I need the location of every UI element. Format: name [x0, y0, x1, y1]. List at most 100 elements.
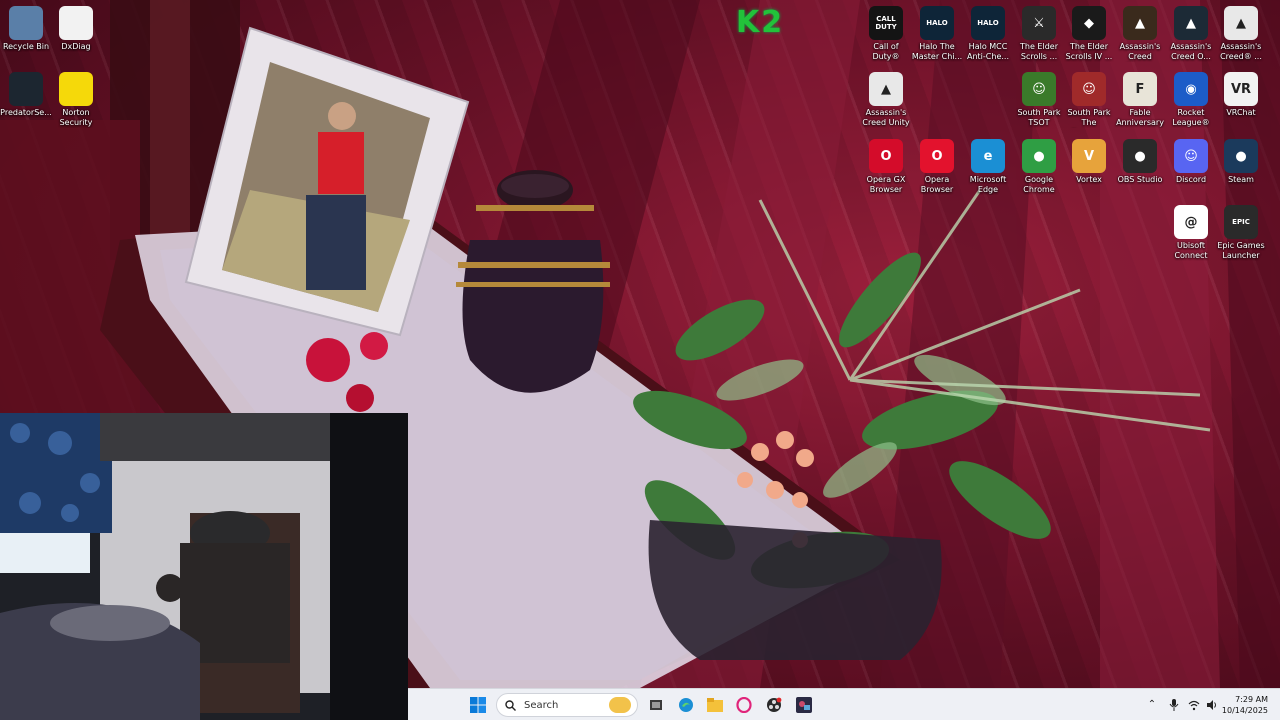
desktop-shortcut[interactable]: ◉ Rocket League®: [1165, 72, 1217, 128]
desktop-shortcut-label: Opera GX Browser: [866, 175, 906, 194]
desktop-shortcut-label: The Elder Scrolls IV ...: [1065, 42, 1113, 61]
halo-mcc-icon: HALO: [920, 6, 954, 40]
desktop-shortcut[interactable]: @ Ubisoft Connect: [1165, 205, 1217, 261]
desktop-shortcut-label: Google Chrome: [1023, 175, 1055, 194]
desktop-shortcut[interactable]: ⚔ The Elder Scrolls ...: [1013, 6, 1065, 62]
south-park-tsot-icon: ☺: [1022, 72, 1056, 106]
desktop-shortcut[interactable]: O Opera Browser: [911, 139, 963, 195]
desktop-shortcut-label: Assassin's Creed O...: [1170, 42, 1212, 61]
rocket-league-icon: ◉: [1174, 72, 1208, 106]
k2-overlay-logo: K2: [736, 5, 785, 40]
desktop-shortcut-label: Discord: [1175, 175, 1207, 184]
ubisoft-icon: @: [1174, 205, 1208, 239]
desktop-shortcut[interactable]: ▲ Assassin's Creed® ...: [1215, 6, 1267, 62]
volume-icon[interactable]: [1206, 699, 1218, 711]
desktop-shortcut[interactable]: HALO Halo MCC Anti-Che...: [962, 6, 1014, 62]
start-button[interactable]: [466, 693, 490, 717]
desktop-shortcut[interactable]: V Vortex: [1063, 139, 1115, 185]
predator-sense-icon: [9, 72, 43, 106]
microphone-icon[interactable]: [1168, 699, 1180, 711]
desktop-shortcut[interactable]: ▲ Assassin's Creed O...: [1165, 6, 1217, 62]
elder-scrolls-oblivion-icon: ◆: [1072, 6, 1106, 40]
desktop-shortcut[interactable]: ▲ Assassin's Creed Unity: [860, 72, 912, 128]
desktop-shortcut-label: Steam: [1228, 175, 1254, 184]
fable-icon: F: [1123, 72, 1157, 106]
ac-unity-icon: ▲: [869, 72, 903, 106]
opera-gx-icon: O: [869, 139, 903, 173]
vortex-icon: V: [1072, 139, 1106, 173]
desktop-shortcut-label: The Elder Scrolls ...: [1020, 42, 1058, 61]
desktop-shortcut[interactable]: e Microsoft Edge: [962, 139, 1014, 195]
desktop-shortcut[interactable]: O Opera GX Browser: [860, 139, 912, 195]
webcam-overlay: [0, 413, 408, 720]
chrome-icon: ●: [1022, 139, 1056, 173]
desktop-shortcut-label: VRChat: [1226, 108, 1256, 117]
steam-icon: ●: [1224, 139, 1258, 173]
halo-anticheat-icon: HALO: [971, 6, 1005, 40]
desktop-shortcut[interactable]: ☺ Discord: [1165, 139, 1217, 185]
desktop-shortcut-label: Call of Duty®: [872, 42, 900, 61]
desktop-shortcut-label: Norton Security Ultra: [59, 108, 93, 127]
search-icon: [505, 699, 516, 711]
desktop-shortcut[interactable]: ● OBS Studio: [1114, 139, 1166, 185]
desktop-shortcut-label: Fable Anniversary: [1116, 108, 1164, 127]
file-explorer-icon: [707, 698, 723, 712]
chevron-up-icon[interactable]: ⌃: [1146, 699, 1158, 711]
taskbar-opera-button[interactable]: [732, 693, 756, 717]
clock-date: 10/14/2025: [1221, 706, 1268, 715]
norton-icon: [59, 72, 93, 106]
desktop-shortcut[interactable]: F Fable Anniversary: [1114, 72, 1166, 128]
opera-icon: O: [920, 139, 954, 173]
document-icon: [59, 6, 93, 40]
desktop-shortcut[interactable]: Recycle Bin: [0, 6, 52, 52]
discord-icon: ☺: [1174, 139, 1208, 173]
desktop-shortcut-label: Rocket League®: [1172, 108, 1210, 127]
desktop-shortcut[interactable]: VR VRChat: [1215, 72, 1267, 118]
desktop-shortcut[interactable]: ● Google Chrome: [1013, 139, 1065, 195]
desktop-shortcut[interactable]: Norton Security Ultra: [50, 72, 102, 128]
taskbar-clock[interactable]: 7:29 AM 10/14/2025: [1222, 694, 1268, 716]
windows-start-icon: [470, 697, 486, 713]
ac-odyssey-icon: ▲: [1174, 6, 1208, 40]
desktop-shortcut[interactable]: ☺ South Park The Fractur...: [1063, 72, 1115, 128]
recycle-bin-icon: [9, 6, 43, 40]
desktop-shortcut-label: Opera Browser: [920, 175, 954, 194]
desktop-shortcut-label: Halo MCC Anti-Che...: [967, 42, 1009, 61]
desktop-shortcut[interactable]: ▲ Assassin's Creed Mirage: [1114, 6, 1166, 62]
vrchat-icon: VR: [1224, 72, 1258, 106]
clock-time: 7:29 AM: [1235, 695, 1268, 704]
desktop-shortcut-label: Epic Games Launcher: [1217, 241, 1265, 260]
desktop-shortcut[interactable]: HALO Halo The Master Chi...: [911, 6, 963, 62]
wifi-icon[interactable]: [1188, 699, 1200, 711]
game-icon: [796, 697, 812, 713]
task-view-icon: [650, 700, 662, 710]
desktop-shortcut[interactable]: ◆ The Elder Scrolls IV ...: [1063, 6, 1115, 62]
desktop-shortcut[interactable]: ● Steam: [1215, 139, 1267, 185]
opera-icon: [736, 697, 752, 713]
desktop-shortcut[interactable]: PredatorSe...: [0, 72, 52, 118]
epic-games-icon: EPIC: [1224, 205, 1258, 239]
desktop-shortcut[interactable]: DxDiag: [50, 6, 102, 52]
search-highlight-icon: [609, 697, 631, 713]
desktop-shortcut[interactable]: EPIC Epic Games Launcher: [1215, 205, 1267, 261]
taskbar: Search ⌃ 7:29 AM 10/14/2025: [408, 688, 1280, 720]
taskbar-obs-button[interactable]: [762, 693, 786, 717]
obs-icon: ●: [1123, 139, 1157, 173]
ac-mirage-icon: ▲: [1123, 6, 1157, 40]
south-park-fbw-icon: ☺: [1072, 72, 1106, 106]
call-of-duty-icon: CALL DUTY: [869, 6, 903, 40]
desktop-shortcut-label: Vortex: [1076, 175, 1102, 184]
ac-icon: ▲: [1224, 6, 1258, 40]
desktop-shortcut[interactable]: CALL DUTY Call of Duty®: [860, 6, 912, 62]
taskbar-edge-button[interactable]: [674, 693, 698, 717]
desktop-shortcut-label: South Park TSOT: [1017, 108, 1061, 127]
task-view-button[interactable]: [644, 693, 668, 717]
desktop-shortcut[interactable]: ☺ South Park TSOT: [1013, 72, 1065, 128]
desktop-shortcut-label: Recycle Bin: [2, 42, 50, 51]
edge-icon: [679, 698, 693, 712]
desktop-shortcut-label: PredatorSe...: [0, 108, 52, 117]
taskbar-game-button[interactable]: [792, 693, 816, 717]
obs-icon: [767, 697, 782, 712]
taskbar-file-explorer-button[interactable]: [703, 693, 727, 717]
taskbar-search-box[interactable]: Search: [496, 693, 638, 717]
